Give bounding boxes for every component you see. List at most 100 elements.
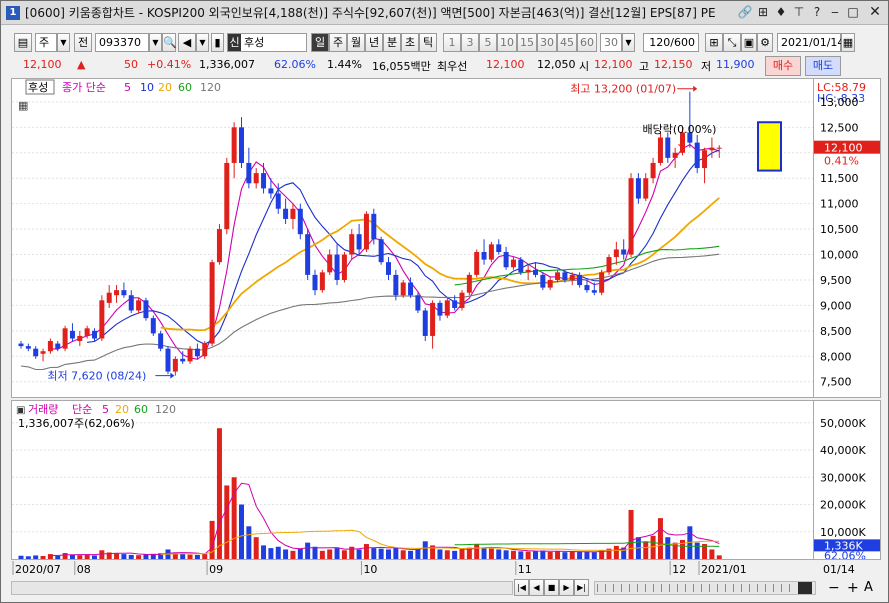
- split-icon[interactable]: ▮: [211, 32, 224, 52]
- zoom-out-button[interactable]: −: [828, 579, 840, 597]
- market-type-select[interactable]: 주: [35, 32, 57, 52]
- period-second[interactable]: 초: [401, 32, 419, 52]
- period-tick[interactable]: 틱: [419, 32, 437, 52]
- interval-60[interactable]: 60: [577, 32, 597, 52]
- link-icon[interactable]: 🔗: [736, 3, 754, 21]
- legend-ma60: 60: [178, 81, 192, 94]
- date-tick-label: 08: [77, 563, 91, 576]
- font-size-button[interactable]: A: [864, 579, 873, 597]
- interval-dropdown-icon[interactable]: ▼: [622, 32, 635, 52]
- price-change: 50: [124, 58, 138, 71]
- maximize-icon[interactable]: □: [844, 3, 862, 21]
- tools-icon[interactable]: ⤡: [723, 32, 741, 52]
- data-count-input[interactable]: 120/600: [643, 32, 699, 52]
- prev-button[interactable]: 전: [74, 32, 92, 52]
- title-buttons: 🔗 ⊞ ♦ ⊤ ? ‒ □ ✕: [736, 3, 888, 21]
- save-icon[interactable]: ▣: [741, 32, 757, 52]
- price-axis-panel[interactable]: LC:58.79 HC:-8.33 7,500 8,000 8,500 9,000 9,…: [814, 78, 881, 398]
- candle-body: [268, 188, 274, 194]
- interval-5[interactable]: 5: [479, 32, 497, 52]
- settings-icon[interactable]: ⚙: [757, 32, 773, 52]
- candle-body: [319, 272, 325, 291]
- low-price: 11,900: [716, 58, 755, 71]
- volume-bar: [533, 551, 538, 559]
- nav-next-button[interactable]: ▶: [559, 579, 574, 596]
- period-minute[interactable]: 분: [383, 32, 401, 52]
- nav-first-button[interactable]: |◀: [514, 579, 529, 596]
- volume-bar: [643, 541, 649, 559]
- volume-panel-icon[interactable]: ▣: [16, 405, 25, 416]
- period-day[interactable]: 일: [311, 32, 329, 52]
- interval-45[interactable]: 45: [557, 32, 577, 52]
- market-type-dropdown-icon[interactable]: ▼: [57, 32, 70, 52]
- interval-30[interactable]: 30: [537, 32, 557, 52]
- date-tick-label: 09: [209, 563, 223, 576]
- close-icon[interactable]: ✕: [862, 3, 888, 21]
- stock-code-dropdown-icon[interactable]: ▼: [149, 32, 162, 52]
- grid-toggle-icon[interactable]: ▦: [18, 99, 28, 112]
- stock-name-field[interactable]: 신 후성: [227, 32, 307, 52]
- nav-last-button[interactable]: ▶|: [574, 579, 589, 596]
- candle-body: [599, 272, 605, 293]
- interval-10[interactable]: 10: [497, 32, 517, 52]
- period-year[interactable]: 년: [365, 32, 383, 52]
- volume-axis-panel[interactable]: 10,000K 20,000K 30,000K 40,000K 50,000K 1,336…: [814, 400, 881, 562]
- volume-bar: [363, 544, 369, 559]
- nav-stop-button[interactable]: ■: [544, 579, 559, 596]
- zoom-in-button[interactable]: +: [847, 579, 859, 597]
- zoom-track[interactable]: [594, 581, 816, 595]
- price-chart[interactable]: 최고 13,200 (01/07) 최저 7,620 (08/24) 배당락(0.0…: [12, 79, 813, 397]
- period-tabs: 일 주 월 년 분 초 틱: [311, 32, 437, 52]
- pin-icon[interactable]: ⊤: [790, 3, 808, 21]
- scroll-track[interactable]: [11, 581, 513, 595]
- candle-body: [613, 249, 619, 258]
- zoom-handle[interactable]: [798, 582, 812, 594]
- period-month[interactable]: 월: [347, 32, 365, 52]
- candle-body: [231, 127, 237, 163]
- interval-3[interactable]: 3: [461, 32, 479, 52]
- interval-input[interactable]: 30: [600, 32, 622, 52]
- calendar-icon[interactable]: ▦: [841, 32, 855, 52]
- volume-bar: [25, 556, 31, 559]
- sell-button[interactable]: 매도: [805, 56, 841, 76]
- volume-bar: [569, 551, 575, 559]
- legend-ma20: 20: [158, 81, 172, 94]
- date-input[interactable]: 2021/01/14: [777, 32, 844, 52]
- speaker-icon[interactable]: ◀: [178, 32, 196, 52]
- volume-bar: [92, 555, 97, 559]
- stock-code-input[interactable]: 093370: [95, 32, 149, 52]
- volume-chart[interactable]: ▣ 거래량 단순 5 20 60 120 1,336,007주(62,06%): [12, 401, 813, 559]
- volume-chart-panel[interactable]: ▣ 거래량 단순 5 20 60 120 1,336,007주(62,06%): [11, 400, 814, 560]
- price-tick-label: 8,000: [820, 350, 852, 363]
- period-week[interactable]: 주: [329, 32, 347, 52]
- grid-icon[interactable]: ⊞: [754, 3, 772, 21]
- low-label: 저: [701, 60, 712, 73]
- toolbar: ▤ 주 ▼ 전 093370 ▼ 🔍 ◀ ▼ ▮ 신 후성 일 주 월 년 분 …: [1, 30, 888, 54]
- volume-ratio: 62.06%: [274, 58, 316, 71]
- price-chart-panel[interactable]: 최고 13,200 (01/07) 최저 7,620 (08/24) 배당락(0.0…: [11, 78, 814, 398]
- search-icon[interactable]: 🔍: [162, 32, 177, 52]
- interval-15[interactable]: 15: [517, 32, 537, 52]
- candle-body: [496, 244, 502, 252]
- interval-1[interactable]: 1: [443, 32, 461, 52]
- volume-bar: [628, 509, 634, 559]
- minimize-icon[interactable]: ‒: [826, 3, 844, 21]
- lock-icon[interactable]: ♦: [772, 3, 790, 21]
- candle-body: [430, 302, 436, 336]
- candle-body: [106, 292, 112, 303]
- up-arrow: ▲: [77, 58, 86, 71]
- candle-body: [202, 343, 208, 357]
- indicator-icon[interactable]: ⊞: [705, 32, 723, 52]
- candle-body: [327, 254, 333, 273]
- volume-bar: [613, 545, 619, 559]
- candle-body: [92, 330, 97, 339]
- speaker-dropdown-icon[interactable]: ▼: [196, 32, 209, 52]
- candle-body: [334, 254, 340, 280]
- candle-body: [180, 358, 186, 362]
- nav-prev-button[interactable]: ◀: [529, 579, 544, 596]
- buy-button[interactable]: 매수: [765, 56, 801, 76]
- legend-ma5: 5: [124, 81, 131, 94]
- help-icon[interactable]: ?: [808, 3, 826, 21]
- title-bar[interactable]: 1 [0600] 키움종합차트 - KOSPI200 외국인보유[4,188(천…: [1, 1, 888, 25]
- chart-menu-icon[interactable]: ▤: [14, 32, 32, 52]
